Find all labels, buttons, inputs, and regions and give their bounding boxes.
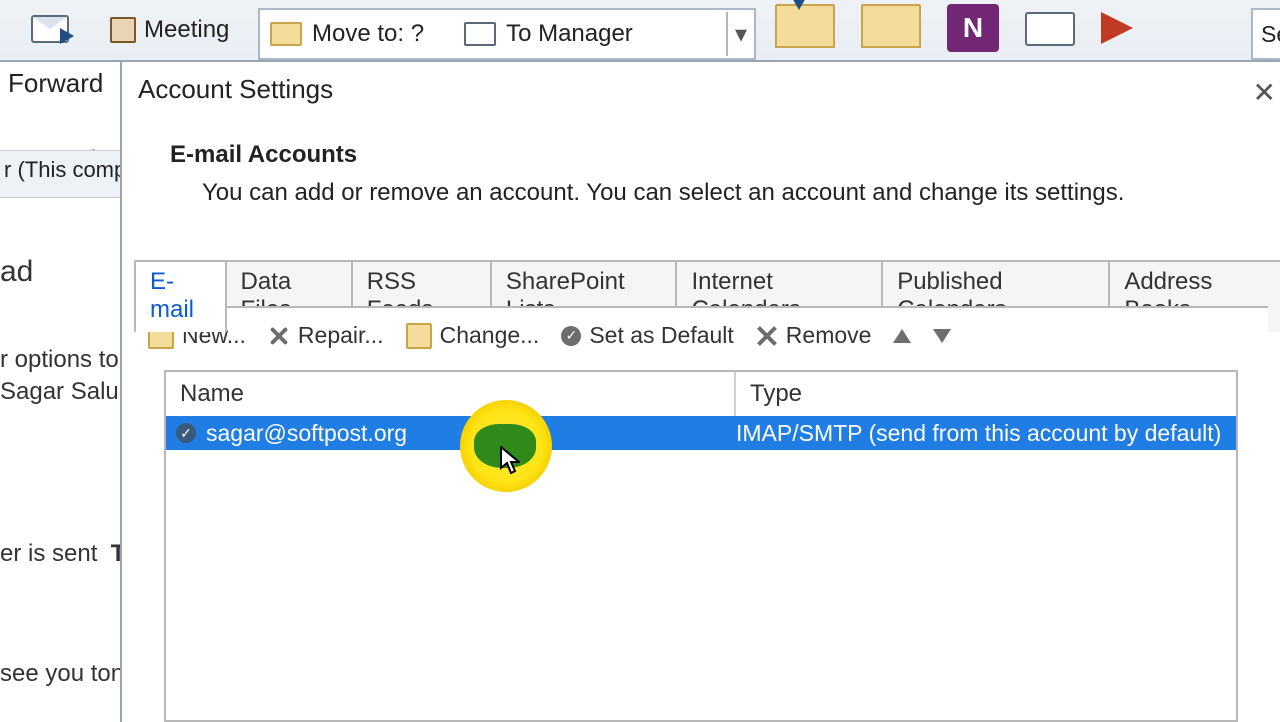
column-type[interactable]: Type (736, 372, 1236, 416)
move-folder-icon[interactable] (775, 4, 835, 48)
folder-icon (270, 22, 302, 46)
to-manager-label: To Manager (506, 20, 633, 48)
repair-label: Repair... (298, 322, 384, 349)
account-settings-dialog: Account Settings ✕ E-mail Accounts You c… (120, 60, 1280, 722)
calendar-icon (110, 17, 136, 43)
remove-account-button[interactable]: Remove (756, 322, 872, 349)
bg-text: er is sent T (0, 538, 120, 570)
meeting-label: Meeting (144, 16, 229, 44)
forward-label: Forward (0, 68, 103, 110)
search-label: Se (1261, 21, 1280, 48)
arrow-down-icon (933, 329, 951, 343)
forward-arrow-icon (60, 28, 74, 44)
follow-up-flag-icon[interactable] (1101, 12, 1133, 44)
table-row[interactable]: ✓ sagar@softpost.org IMAP/SMTP (send fro… (166, 416, 1236, 450)
accounts-table: Name Type ✓ sagar@softpost.org IMAP/SMTP… (164, 370, 1238, 722)
default-account-icon: ✓ (176, 423, 196, 443)
tab-email[interactable]: E-mail (134, 260, 227, 332)
bg-text: r options to (0, 344, 120, 376)
chevron-down-icon[interactable]: ▾ (726, 12, 754, 56)
repair-icon (268, 325, 290, 347)
search-box[interactable]: Se (1251, 8, 1280, 60)
default-label: Set as Default (589, 322, 733, 349)
move-down-button[interactable] (933, 329, 951, 343)
remove-label: Remove (786, 322, 872, 349)
account-name: sagar@softpost.org (206, 420, 407, 447)
email-accounts-heading: E-mail Accounts (170, 141, 1280, 169)
dialog-title: Account Settings (122, 62, 1280, 111)
rules-folder-icon[interactable] (861, 4, 921, 48)
change-icon (406, 323, 432, 349)
close-icon[interactable]: ✕ (1253, 76, 1276, 109)
accounts-toolbar: New... Repair... Change... ✓ Set as Defa… (134, 308, 1268, 359)
move-up-button[interactable] (893, 329, 911, 343)
check-circle-icon: ✓ (561, 326, 581, 346)
envelope-icon (464, 22, 496, 46)
move-to-dropdown[interactable]: Move to: ? To Manager ▾ (258, 8, 756, 60)
bg-text: ad (0, 256, 120, 288)
account-type: IMAP/SMTP (send from this account by def… (736, 420, 1221, 447)
change-label: Change... (440, 322, 540, 349)
mark-unread-icon[interactable] (1025, 12, 1075, 46)
tab-body: New... Repair... Change... ✓ Set as Defa… (134, 306, 1268, 722)
arrow-down-icon (791, 0, 807, 10)
onenote-icon[interactable]: N (947, 4, 999, 52)
set-default-button[interactable]: ✓ Set as Default (561, 322, 733, 349)
column-name[interactable]: Name (166, 372, 736, 416)
cell-type: IMAP/SMTP (send from this account by def… (726, 416, 1236, 450)
cell-name: ✓ sagar@softpost.org (166, 416, 726, 450)
email-accounts-subtitle: You can add or remove an account. You ca… (202, 177, 1280, 209)
outlook-ribbon: Meeting Move to: ? To Manager ▾ N Se (0, 0, 1280, 62)
arrow-up-icon (893, 329, 911, 343)
forward-button[interactable] (0, 0, 100, 60)
table-header: Name Type (166, 372, 1236, 416)
background-search-row: r (This comp (0, 150, 128, 198)
meeting-button[interactable]: Meeting (110, 10, 229, 50)
ribbon-actions: N (775, 4, 1133, 52)
change-account-button[interactable]: Change... (406, 322, 540, 349)
repair-account-button[interactable]: Repair... (268, 322, 384, 349)
remove-icon (756, 325, 778, 347)
move-to-label: Move to: ? (312, 20, 424, 48)
bg-text: see you ton (0, 658, 120, 690)
bg-text: Sagar Salunk (0, 376, 120, 408)
